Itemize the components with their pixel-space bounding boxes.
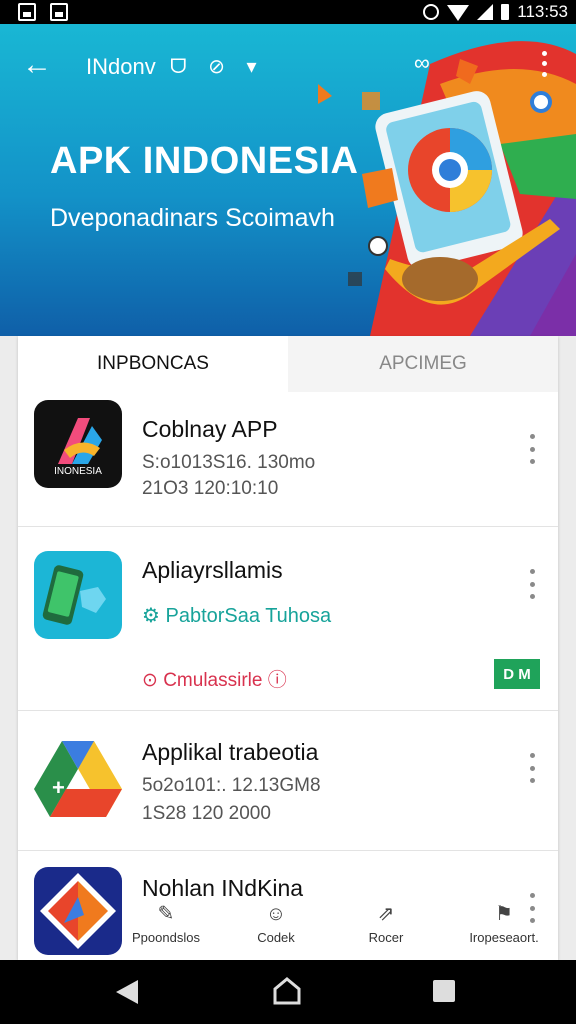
app-icon-indonesia: INONESIA xyxy=(34,400,122,488)
action-report[interactable]: ⚑ Iropeseaort. xyxy=(454,902,554,945)
wifi-icon xyxy=(447,5,470,21)
download-badge[interactable]: D M xyxy=(494,659,540,689)
overflow-menu-icon[interactable] xyxy=(532,48,556,80)
app-logo-icon: INONESIA xyxy=(54,418,102,477)
app-category-link[interactable]: ⚙ PabtorSaa Tuhosa xyxy=(142,603,331,628)
notification-icons xyxy=(18,3,68,21)
edit-icon: ✎ xyxy=(157,903,175,925)
app-name: Coblnay APP xyxy=(142,416,278,442)
hero-banner: ← INdonv ᗜ ⊘ ▾ ∞ APK INDONESIA Dveponadi… xyxy=(0,24,576,336)
bottom-action-bar: ✎ Ppoondslos ☺ Codek ⇗ Rocer ⚑ Iropeseao… xyxy=(18,896,558,960)
info-icon: ⓘ xyxy=(262,670,287,691)
drive-app-icon: + xyxy=(34,741,122,817)
app-status-link[interactable]: ⊙ Cmulassirle ⓘ xyxy=(142,665,287,692)
back-arrow-icon[interactable]: ← xyxy=(22,50,56,84)
link-icon[interactable]: ∞ xyxy=(414,50,430,76)
clock: 113:53 xyxy=(517,2,568,21)
action-share[interactable]: ⇗ Rocer xyxy=(336,902,436,945)
app-status-label: Cmulassirle xyxy=(163,670,263,691)
action-share-label: Rocer xyxy=(368,930,404,945)
battery-icon xyxy=(501,4,510,20)
photo-notification-icon xyxy=(50,3,68,21)
action-edit-label: Ppoondslos xyxy=(132,930,200,945)
app-logo-text: INONESIA xyxy=(54,466,102,477)
nav-home-icon[interactable] xyxy=(272,976,302,1006)
person-icon: ☺ xyxy=(265,903,287,925)
share-icon: ⇗ xyxy=(377,903,395,925)
status-bar: 113:53 xyxy=(0,0,576,24)
category-icon: ⚙ xyxy=(142,605,166,627)
alert-icon: ⊙ xyxy=(142,670,164,691)
toolbar-title: INdonv xyxy=(86,54,156,79)
nav-back-icon[interactable] xyxy=(116,980,138,1004)
system-navigation-bar xyxy=(0,960,576,1024)
row-overflow-icon[interactable] xyxy=(524,753,540,783)
app-icon-phone xyxy=(34,551,122,639)
image-notification-icon xyxy=(18,3,36,21)
nav-recent-apps-icon[interactable] xyxy=(433,980,455,1002)
signal-icon xyxy=(477,4,494,20)
row-overflow-icon[interactable] xyxy=(524,569,540,599)
app-list-card: INPBONCAS APCIMEG INONESIA Coblnay APP S… xyxy=(18,336,558,960)
flag-icon: ⚑ xyxy=(495,903,513,925)
app-meta-size: 5o2o101:. 12.13GM8 xyxy=(142,775,321,796)
toolbar-extra-icons[interactable]: ᗜ ⊘ ▾ xyxy=(170,54,265,79)
hero-title: APK INDONESIA xyxy=(50,140,359,182)
app-name: Apliayrsllamis xyxy=(142,557,283,583)
hero-subtitle: Dveponadinars Scoimavh xyxy=(50,204,335,232)
action-codek[interactable]: ☺ Codek xyxy=(226,902,326,945)
app-meta-size: S:o1013S16. 130mo xyxy=(142,452,316,473)
list-item[interactable]: INONESIA Coblnay APP S:o1013S16. 130mo 2… xyxy=(18,392,558,526)
svg-text:+: + xyxy=(52,775,65,800)
app-name: Applikal trabeotia xyxy=(142,739,319,765)
action-report-label: Iropeseaort. xyxy=(469,930,539,945)
app-icon-drive: + xyxy=(34,733,122,821)
action-edit[interactable]: ✎ Ppoondslos xyxy=(116,902,216,945)
tab-inpboncas[interactable]: INPBONCAS xyxy=(18,336,288,392)
list-item[interactable]: Apliayrsllamis ⚙ PabtorSaa Tuhosa ⊙ Cmul… xyxy=(18,526,558,710)
list-item[interactable]: + Applikal trabeotia 5o2o101:. 12.13GM8 … xyxy=(18,710,558,850)
row-overflow-icon[interactable] xyxy=(524,434,540,464)
app-meta-date: 21O3 120:10:10 xyxy=(142,478,279,499)
tab-apcimeg[interactable]: APCIMEG xyxy=(288,336,558,392)
phone-app-icon xyxy=(42,565,106,625)
app-meta-date: 1S28 120 2000 xyxy=(142,803,271,824)
tab-bar: INPBONCAS APCIMEG xyxy=(18,336,558,392)
action-codek-label: Codek xyxy=(257,930,295,945)
alarm-icon xyxy=(423,4,440,20)
system-status: 113:53 xyxy=(423,2,568,22)
app-category-label: PabtorSaa Tuhosa xyxy=(165,605,332,627)
